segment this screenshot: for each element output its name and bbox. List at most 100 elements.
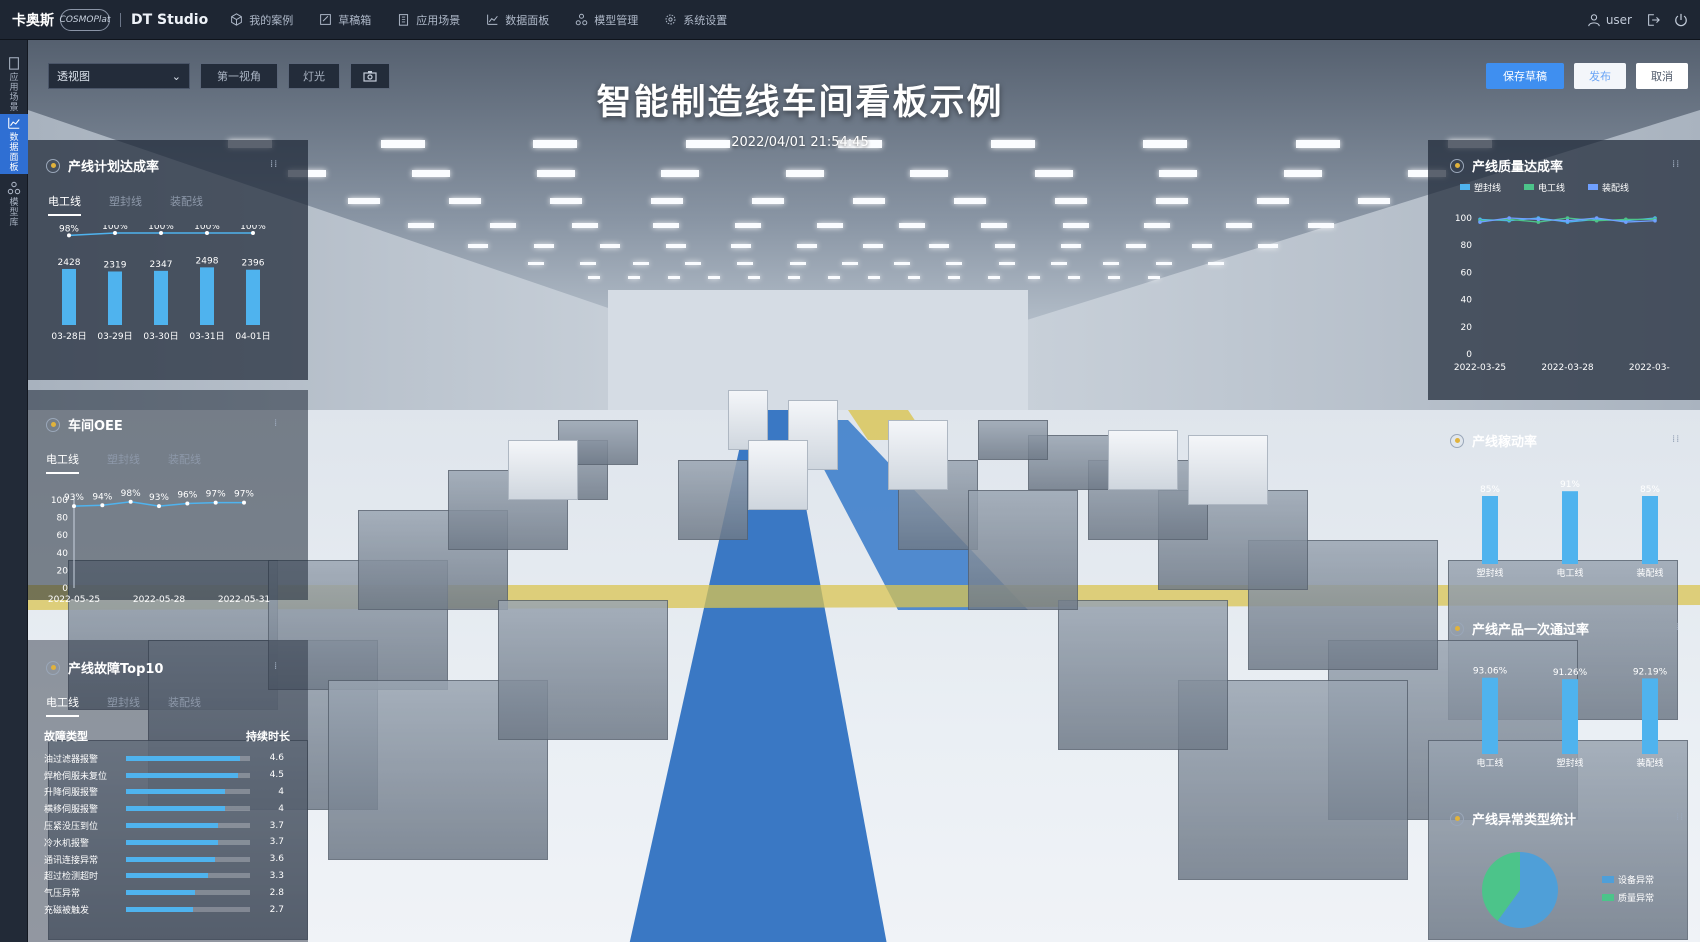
- main-nav: 我的案例 草稿箱 应用场景 数据面板 模型管理 系统设置: [230, 12, 727, 28]
- user-menu[interactable]: user: [1587, 13, 1632, 27]
- table-row[interactable]: 升降伺服报警 4: [44, 784, 294, 801]
- nav-settings[interactable]: 系统设置: [664, 12, 727, 28]
- x-tick-label: 塑封线: [1556, 757, 1583, 769]
- fault-name: 升降伺服报警: [44, 788, 99, 799]
- bar: [108, 271, 122, 325]
- drag-handle-icon[interactable]: ⁞: [1676, 622, 1680, 633]
- series-point: [1536, 217, 1541, 222]
- fault-duration: 3.7: [269, 820, 284, 831]
- table-row[interactable]: 横移伺服报警 4: [44, 800, 294, 817]
- rate-point: [251, 231, 255, 235]
- tab-electric[interactable]: 电工线: [46, 694, 79, 717]
- cancel-button[interactable]: 取消: [1636, 63, 1688, 89]
- fault-bar-track: [126, 772, 250, 778]
- series-point: [1507, 216, 1511, 220]
- brand[interactable]: 卡奥斯 COSMOPlat DT Studio: [0, 0, 208, 40]
- table-row[interactable]: 超过检测超时 3.3: [44, 868, 294, 885]
- x-tick-label: 03-28日: [51, 331, 86, 342]
- ceiling-light: [449, 198, 481, 204]
- ceiling-light: [1034, 170, 1073, 177]
- drag-handle-icon[interactable]: ⁞⁞: [1672, 159, 1680, 170]
- ceiling-light: [1062, 223, 1089, 228]
- control-cabinet: [888, 420, 948, 490]
- legend-label: 设备异常: [1618, 874, 1654, 886]
- x-tick-label: 装配线: [1636, 757, 1663, 769]
- top-bar: 卡奥斯 COSMOPlat DT Studio 我的案例 草稿箱 应用场景 数据…: [0, 0, 1700, 40]
- x-tick-label: 电工线: [1556, 567, 1583, 579]
- ceiling-light: [853, 198, 885, 204]
- panel-badge-icon: [46, 417, 60, 432]
- table-row[interactable]: 冷水机报警 3.7: [44, 834, 294, 851]
- fault-bar-track: [126, 823, 250, 829]
- bar-value-label: 2347: [150, 260, 173, 270]
- dashboard-timestamp: 2022/04/01 21:54:45: [731, 135, 869, 150]
- fault-name: 气压异常: [44, 889, 81, 900]
- tab-electric[interactable]: 电工线: [46, 451, 79, 474]
- tab-assembly[interactable]: 装配线: [168, 694, 201, 717]
- tab-assembly[interactable]: 装配线: [168, 451, 201, 474]
- nav-scenes[interactable]: 应用场景: [397, 12, 460, 28]
- ceiling-light: [894, 262, 911, 265]
- fault-bar-fill: [126, 839, 218, 845]
- fault-duration: 3.7: [269, 837, 284, 848]
- drag-handle-icon[interactable]: ⁞⁞: [270, 159, 278, 170]
- table-row[interactable]: 油过滤器报警 4.6: [44, 750, 294, 767]
- x-tick-label: 2022-05-31: [218, 595, 270, 605]
- nav-models[interactable]: 模型管理: [575, 12, 638, 28]
- tab-assembly[interactable]: 装配线: [170, 193, 203, 216]
- ceiling-light: [1055, 198, 1087, 204]
- panel-header-plan: 产线计划达成率: [46, 156, 159, 175]
- table-row[interactable]: 充磁被触发 2.7: [44, 901, 294, 918]
- legend-swatch: [1524, 184, 1534, 190]
- tabs-plan: 电工线 塑封线 装配线: [48, 193, 203, 216]
- table-row[interactable]: 通讯连接异常 3.6: [44, 851, 294, 868]
- rate-label: 100%: [194, 225, 220, 232]
- x-tick-label: 03-31日: [189, 331, 224, 342]
- control-cabinet: [1188, 435, 1268, 505]
- tab-plastic[interactable]: 塑封线: [107, 694, 140, 717]
- nav-my-cases[interactable]: 我的案例: [230, 12, 293, 28]
- fault-bar-track: [126, 755, 250, 761]
- ceiling-light: [735, 223, 762, 228]
- power-icon[interactable]: [1674, 13, 1688, 27]
- app-name: DT Studio: [131, 11, 209, 28]
- nav-drafts[interactable]: 草稿箱: [319, 12, 371, 28]
- fault-bar-track: [126, 839, 250, 845]
- nav-label: 应用场景: [416, 13, 461, 27]
- nav-label: 我的案例: [249, 13, 294, 27]
- ceiling-light: [1258, 244, 1278, 248]
- bar: [1642, 496, 1658, 564]
- tab-electric[interactable]: 电工线: [48, 193, 81, 216]
- ceiling-light: [1283, 170, 1322, 177]
- ceiling-light: [828, 276, 840, 279]
- logout-icon[interactable]: [1646, 13, 1660, 27]
- drag-handle-icon[interactable]: ⁞⁞: [1676, 812, 1684, 823]
- ceiling-light: [1155, 262, 1172, 265]
- ceiling-light: [348, 198, 380, 204]
- x-tick-label: 2022-03-25: [1454, 363, 1506, 373]
- table-row[interactable]: 压紧没压到位 3.7: [44, 817, 294, 834]
- nav-label: 草稿箱: [338, 13, 372, 27]
- table-row[interactable]: 焊枪伺服未复位 4.5: [44, 767, 294, 784]
- ceiling-light: [599, 244, 620, 248]
- y-tick-label: 60: [57, 531, 69, 541]
- sidebar-item-models[interactable]: 模型库: [0, 174, 28, 234]
- nav-label: 模型管理: [594, 13, 639, 27]
- ceiling-light: [708, 276, 720, 279]
- nav-dashboards[interactable]: 数据面板: [486, 12, 549, 28]
- y-tick-label: 20: [1461, 323, 1473, 333]
- tab-plastic[interactable]: 塑封线: [107, 451, 140, 474]
- tab-plastic[interactable]: 塑封线: [109, 193, 142, 216]
- rate-point: [205, 231, 209, 235]
- ceiling-light: [550, 198, 582, 204]
- drag-handle-icon[interactable]: ⁞: [274, 418, 278, 429]
- ceiling-light: [988, 276, 1000, 279]
- ceiling-light: [994, 244, 1015, 248]
- production-machine: [1058, 600, 1228, 750]
- drag-handle-icon[interactable]: ⁞⁞: [1672, 434, 1680, 445]
- legend-swatch: [1602, 894, 1614, 901]
- ceiling-light: [1108, 276, 1120, 279]
- col-duration: 持续时长: [246, 730, 290, 743]
- table-row[interactable]: 气压异常 2.8: [44, 884, 294, 901]
- drag-handle-icon[interactable]: ⁞: [274, 661, 278, 672]
